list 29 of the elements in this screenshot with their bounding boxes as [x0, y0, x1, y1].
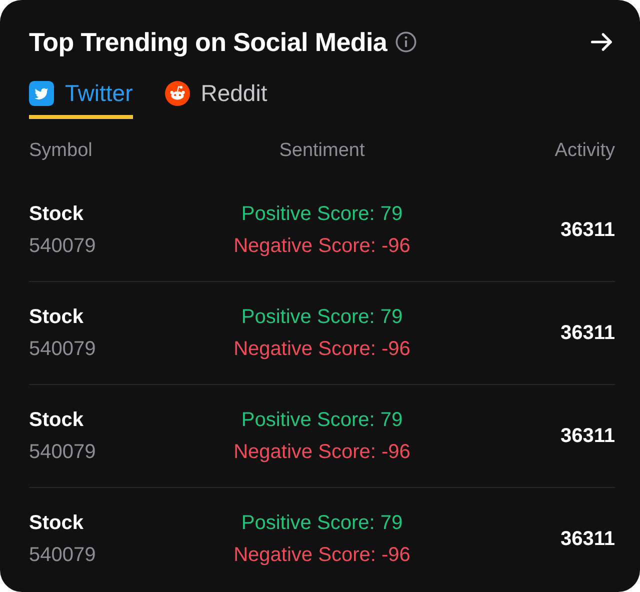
activity-count: 36311	[560, 218, 615, 242]
bird-icon	[29, 81, 54, 106]
activity-count: 36311	[560, 424, 615, 448]
activity-count: 36311	[560, 528, 615, 550]
stock-name: Stock	[29, 202, 84, 226]
negative-score: Negative Score: -96	[234, 544, 410, 566]
widget-title: Top Trending on Social Media	[29, 26, 388, 58]
stock-code: 540079	[29, 234, 96, 258]
alien-icon	[164, 81, 190, 106]
stock-code: 540079	[29, 544, 96, 566]
positive-score: Positive Score: 79	[240, 512, 404, 534]
stock-name: Stock	[29, 408, 84, 432]
negative-score: Negative Score: -96	[234, 338, 410, 360]
stock-code: 540079	[29, 440, 96, 464]
negative-score: Negative Score: -96	[234, 440, 410, 464]
stock-name: Stock	[29, 306, 84, 328]
stock-name: Stock	[29, 512, 84, 534]
negative-score: Negative Score: -96	[234, 234, 410, 258]
column-header: Activity	[554, 140, 615, 162]
positive-score: Positive Score: 79	[240, 306, 404, 328]
stock-code: 540079	[29, 338, 96, 360]
tab[interactable]: Twitter	[29, 80, 133, 119]
column-header: Symbol	[29, 140, 92, 162]
tab[interactable]: Reddit	[164, 80, 268, 119]
info-icon[interactable]	[395, 31, 418, 53]
activity-count: 36311	[560, 322, 615, 344]
positive-score: Positive Score: 79	[240, 202, 404, 226]
positive-score: Positive Score: 79	[240, 408, 404, 432]
column-header: Sentiment	[279, 140, 365, 162]
